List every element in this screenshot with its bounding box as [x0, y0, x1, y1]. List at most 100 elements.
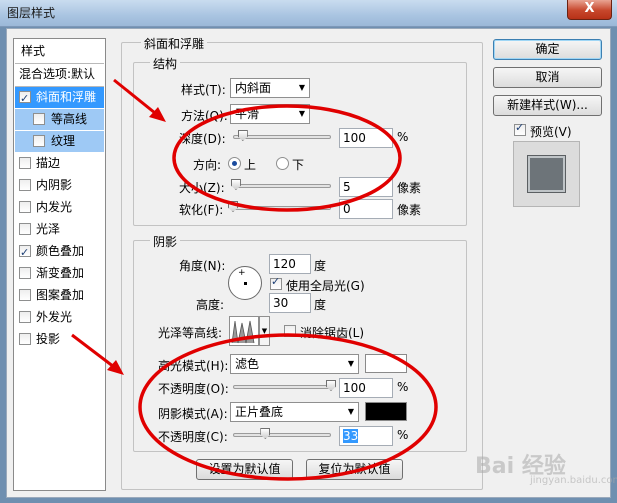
shadow-opacity-slider[interactable]	[233, 428, 331, 442]
preview-checkbox[interactable]	[514, 121, 526, 136]
size-slider[interactable]	[230, 179, 331, 193]
soften-label: 软化(F):	[179, 203, 224, 217]
gloss-contour-dropdown[interactable]: ▼	[259, 316, 270, 346]
depth-slider[interactable]	[233, 130, 331, 144]
bevel-style-select[interactable]: 内斜面 ▼	[230, 78, 310, 98]
shadow-opacity-input[interactable]: 33	[339, 426, 393, 446]
size-unit: 像素	[397, 181, 422, 195]
depth-input[interactable]: 100	[339, 128, 393, 148]
style-item-inner-shadow[interactable]: 内阴影	[15, 175, 104, 196]
new-style-button[interactable]: 新建样式(W)...	[493, 95, 602, 116]
style-item-gradient-overlay[interactable]: 渐变叠加	[15, 263, 104, 284]
angle-unit: 度	[314, 259, 327, 273]
angle-label: 角度(N):	[179, 259, 226, 273]
slider-track	[233, 184, 331, 188]
baidu-watermark-url: jingyan.baidu.com	[530, 475, 617, 486]
style-item-color-overlay[interactable]: 颜色叠加	[15, 241, 104, 263]
style-item-bevel-emboss[interactable]: 斜面和浮雕	[15, 87, 104, 109]
chevron-down-icon: ▼	[261, 327, 268, 335]
shading-title: 阴影	[150, 233, 181, 250]
depth-label: 深度(D):	[179, 132, 226, 146]
style-preview	[513, 141, 580, 207]
reset-default-button[interactable]: 复位为默认值	[306, 459, 403, 480]
chevron-down-icon: ▼	[298, 109, 305, 118]
direction-up-radio[interactable]	[228, 157, 241, 170]
inner-shadow-checkbox[interactable]	[19, 179, 31, 191]
slider-thumb[interactable]	[260, 428, 271, 439]
gloss-contour-label: 光泽等高线:	[158, 326, 223, 340]
make-default-button[interactable]: 设置为默认值	[196, 459, 293, 480]
blend-options-item[interactable]: 混合选项:默认	[15, 64, 104, 85]
technique-select[interactable]: 平滑 ▼	[230, 104, 310, 124]
highlight-opacity-input[interactable]: 100	[339, 378, 393, 398]
style-item-pattern-overlay[interactable]: 图案叠加	[15, 285, 104, 306]
soften-slider[interactable]	[228, 201, 331, 215]
shadow-mode-select[interactable]: 正片叠底 ▼	[230, 402, 359, 422]
slider-thumb[interactable]	[237, 130, 248, 141]
technique-label: 方法(Q):	[181, 109, 228, 123]
shadow-color-swatch[interactable]	[365, 402, 407, 421]
direction-label: 方向:	[193, 158, 222, 172]
global-light-label: 使用全局光(G)	[286, 279, 365, 293]
structure-title: 结构	[150, 55, 181, 72]
antialias-label: 消除锯齿(L)	[300, 326, 365, 340]
altitude-unit: 度	[314, 298, 327, 312]
shadow-mode-label: 阴影模式(A):	[158, 407, 228, 421]
chevron-down-icon: ▼	[347, 407, 354, 416]
style-item-outer-glow[interactable]: 外发光	[15, 307, 104, 328]
chevron-down-icon: ▼	[347, 359, 354, 368]
style-item-satin[interactable]: 光泽	[15, 219, 104, 240]
window-title: 图层样式	[7, 6, 56, 20]
style-list-header[interactable]: 样式	[15, 41, 104, 62]
preview-thumbnail	[528, 156, 565, 192]
global-light-checkbox[interactable]	[270, 275, 282, 290]
dial-center-dot	[244, 282, 247, 285]
contour-curve-icon	[231, 320, 255, 344]
highlight-color-swatch[interactable]	[365, 354, 407, 373]
direction-down-label: 下	[292, 158, 305, 172]
texture-checkbox[interactable]	[33, 135, 45, 147]
shadow-opacity-unit: %	[397, 428, 409, 442]
style-list: 样式 混合选项:默认 斜面和浮雕 等高线 纹理 描边 内阴影 内发光 光泽 颜色…	[13, 38, 106, 491]
soften-input[interactable]: 0	[339, 199, 393, 219]
outer-glow-checkbox[interactable]	[19, 311, 31, 323]
cancel-button[interactable]: 取消	[493, 67, 602, 88]
soften-unit: 像素	[397, 203, 422, 217]
pattern-overlay-checkbox[interactable]	[19, 289, 31, 301]
satin-checkbox[interactable]	[19, 223, 31, 235]
crosshair-icon: +	[238, 268, 246, 278]
color-overlay-checkbox[interactable]	[19, 242, 31, 263]
ok-button[interactable]: 确定	[493, 39, 602, 60]
slider-thumb[interactable]	[230, 179, 241, 190]
drop-shadow-checkbox[interactable]	[19, 333, 31, 345]
size-input[interactable]: 5	[339, 177, 393, 197]
angle-dial[interactable]: +	[228, 266, 262, 300]
close-button[interactable]: X	[567, 0, 612, 20]
angle-input[interactable]: 120	[269, 254, 311, 274]
altitude-input[interactable]: 30	[269, 293, 311, 313]
bevel-emboss-title: 斜面和浮雕	[141, 35, 208, 52]
title-bar: 图层样式	[0, 0, 617, 27]
highlight-mode-select[interactable]: 滤色 ▼	[230, 354, 359, 374]
direction-down-radio[interactable]	[276, 157, 289, 170]
highlight-opacity-slider[interactable]	[233, 380, 336, 394]
inner-glow-checkbox[interactable]	[19, 201, 31, 213]
altitude-label: 高度:	[196, 298, 225, 312]
slider-track	[233, 206, 331, 210]
slider-track	[233, 385, 331, 389]
highlight-opacity-label: 不透明度(O):	[158, 382, 229, 396]
style-item-inner-glow[interactable]: 内发光	[15, 197, 104, 218]
gradient-overlay-checkbox[interactable]	[19, 267, 31, 279]
style-item-stroke[interactable]: 描边	[15, 153, 104, 174]
depth-unit: %	[397, 130, 409, 144]
style-item-texture[interactable]: 纹理	[15, 131, 104, 152]
bevel-emboss-checkbox[interactable]	[19, 88, 31, 109]
style-item-drop-shadow[interactable]: 投影	[15, 329, 104, 350]
gloss-contour-picker[interactable]	[229, 316, 259, 346]
stroke-checkbox[interactable]	[19, 157, 31, 169]
preview-label: 预览(V)	[530, 125, 572, 139]
antialias-checkbox[interactable]	[284, 325, 296, 337]
style-item-contour[interactable]: 等高线	[15, 109, 104, 130]
direction-up-label: 上	[244, 158, 257, 172]
contour-checkbox[interactable]	[33, 113, 45, 125]
